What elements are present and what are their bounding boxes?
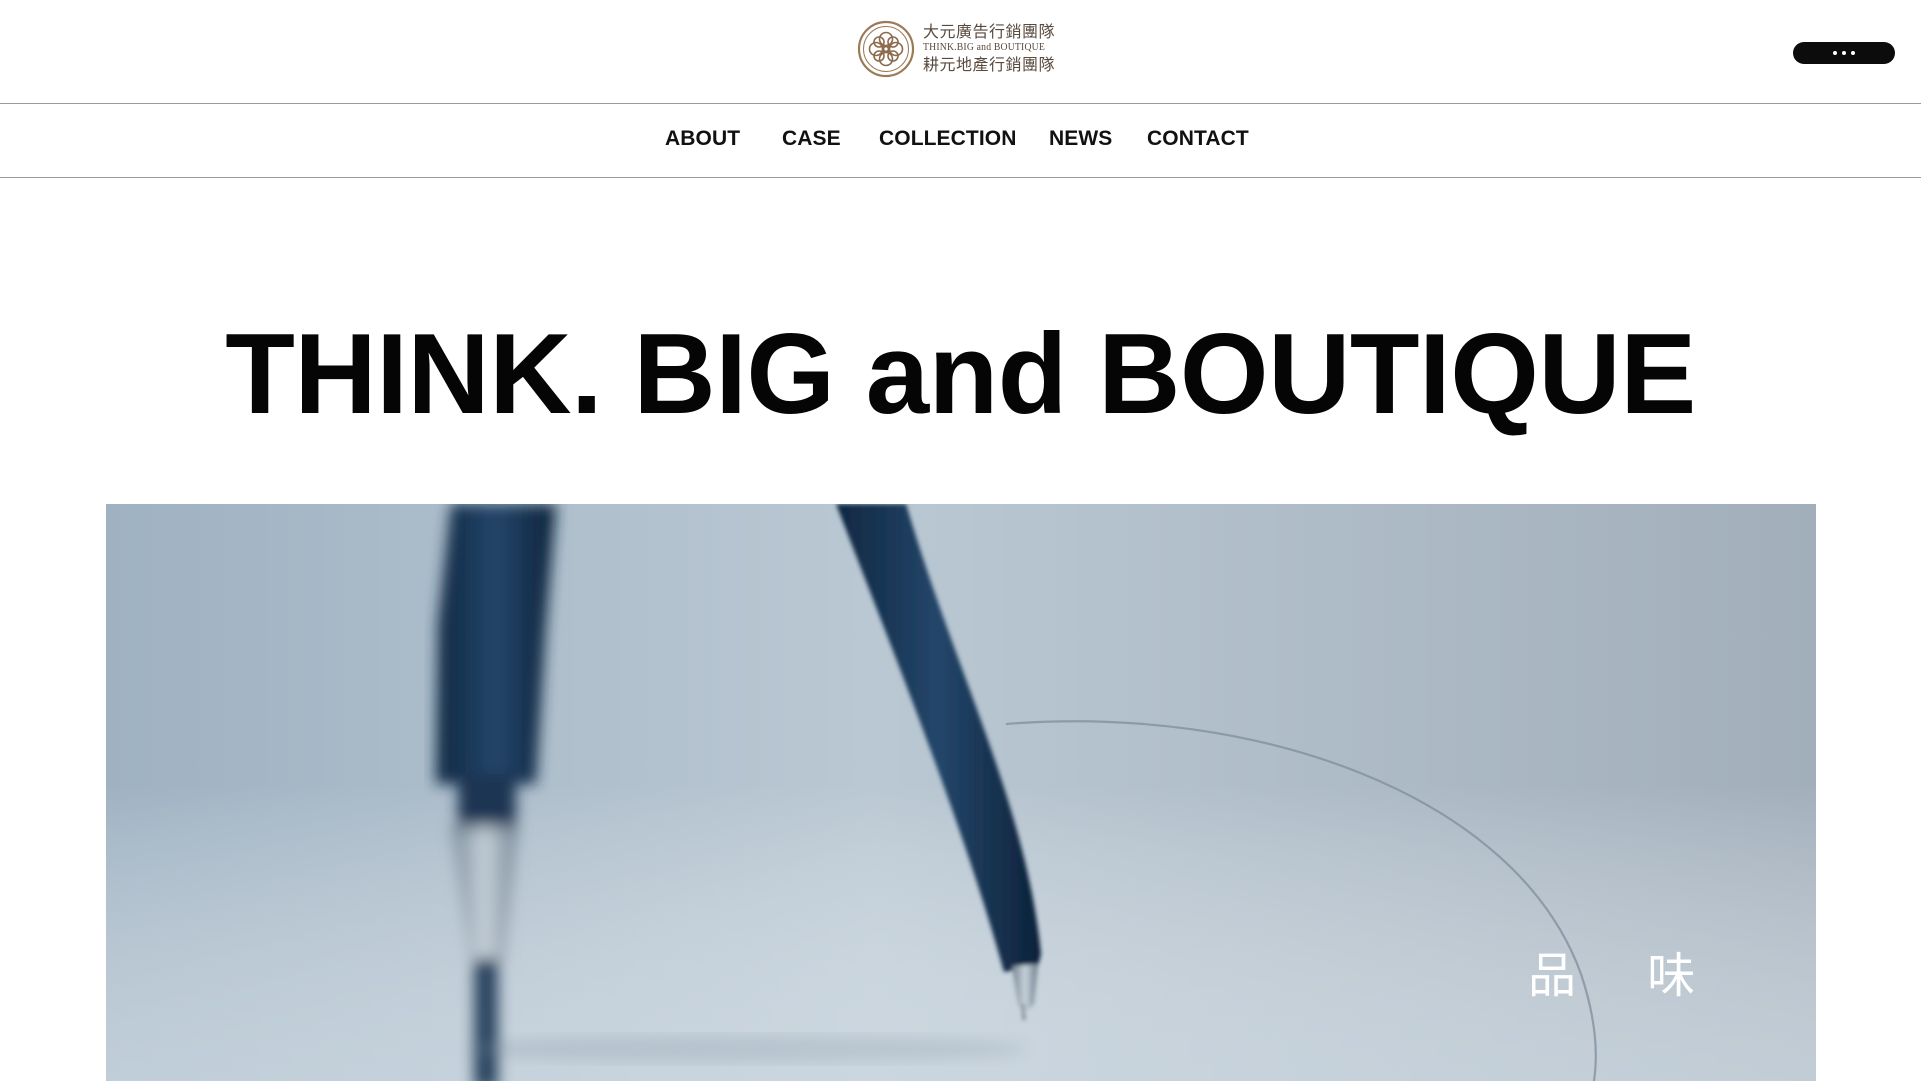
- hero-title: THINK. BIG and BOUTIQUE: [225, 311, 1696, 438]
- nav-item-about[interactable]: ABOUT: [665, 127, 740, 151]
- logo-emblem-icon: [857, 20, 915, 78]
- nav-item-news[interactable]: NEWS: [1049, 127, 1112, 151]
- logo-wordmark: 大元廣告行銷團隊 THINK.BIG and BOUTIQUE 耕元地產行銷團隊: [923, 24, 1055, 73]
- hero-caption: 品 味: [1528, 948, 1724, 1004]
- hero-image: 品 味: [106, 504, 1816, 1081]
- main-nav: ABOUT CASE COLLECTION NEWS CONTACT: [0, 105, 1921, 178]
- more-dots-icon: [1842, 51, 1846, 55]
- logo-line-en: THINK.BIG and BOUTIQUE: [923, 42, 1046, 54]
- top-header: 大元廣告行銷團隊 THINK.BIG and BOUTIQUE 耕元地產行銷團隊: [0, 0, 1921, 104]
- nav-item-collection[interactable]: COLLECTION: [879, 127, 1017, 151]
- nav-item-case[interactable]: CASE: [782, 127, 841, 151]
- menu-button[interactable]: [1793, 42, 1895, 64]
- more-dots-icon: [1851, 51, 1855, 55]
- nav-item-contact[interactable]: CONTACT: [1147, 127, 1249, 151]
- site-logo[interactable]: 大元廣告行銷團隊 THINK.BIG and BOUTIQUE 耕元地產行銷團隊: [857, 20, 1055, 78]
- logo-line-zh-1: 大元廣告行銷團隊: [923, 22, 1056, 42]
- more-dots-icon: [1833, 51, 1837, 55]
- logo-line-zh-2: 耕元地產行銷團隊: [923, 54, 1056, 74]
